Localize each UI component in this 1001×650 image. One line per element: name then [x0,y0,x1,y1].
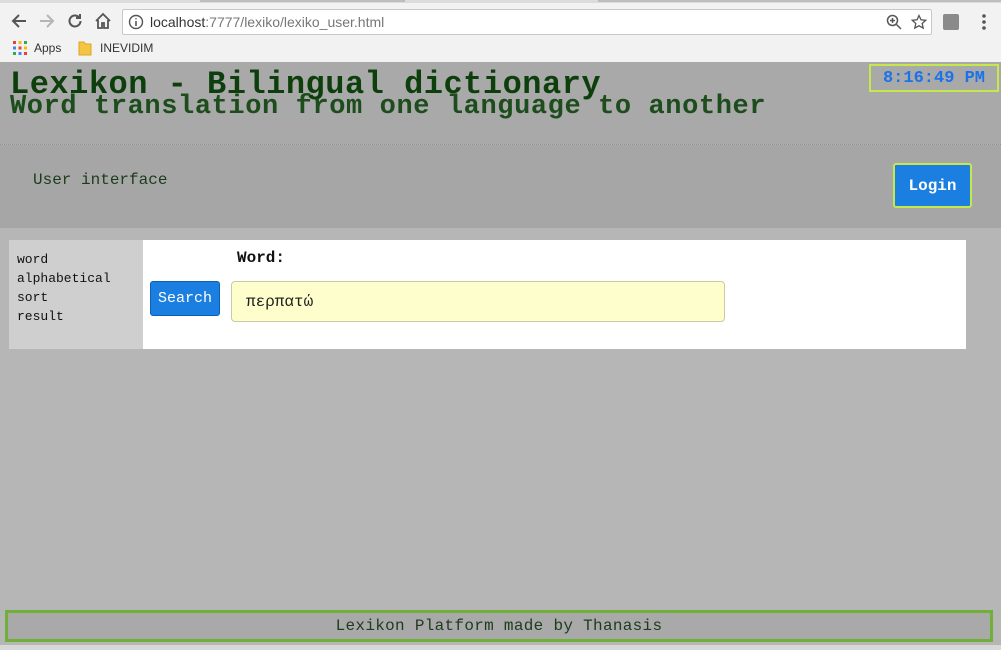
address-bar[interactable]: localhost:7777/lexiko/lexiko_user.html [122,9,932,35]
page-header: Lexikon - Bilingual dictionary Word tran… [0,62,1001,144]
back-button[interactable] [8,10,30,32]
sidebar-list: word alphabetical sort result [9,240,143,326]
bottom-strip [0,645,1001,650]
tab-edge [200,0,405,2]
reload-button[interactable] [64,10,86,32]
browser-chrome: localhost:7777/lexiko/lexiko_user.html A… [0,0,1001,62]
footer-text: Lexikon Platform made by Thanasis [335,617,663,635]
info-icon[interactable] [128,14,144,30]
section-title: User interface [33,171,168,189]
forward-button[interactable] [36,10,58,32]
url-text: localhost:7777/lexiko/lexiko_user.html [150,14,385,30]
word-input[interactable] [231,281,725,322]
sidebar-item-word[interactable]: word [17,250,143,269]
folder-icon [78,41,92,56]
sidebar-item-alphabetical[interactable]: alphabetical [17,269,143,288]
word-field-label: Word: [237,249,286,267]
extension-icon[interactable] [943,14,959,30]
bookmark-inevidim[interactable]: INEVIDIM [78,40,153,56]
login-button[interactable]: Login [893,163,972,208]
clock-display: 8:16:49 PM [869,64,999,92]
home-button[interactable] [92,10,114,32]
menu-kebab-icon[interactable] [978,12,990,32]
back-arrow-icon [11,14,26,28]
star-icon[interactable] [911,14,927,30]
page-subtitle: Word translation from one language to an… [10,92,767,122]
sidebar: word alphabetical sort result [9,240,143,349]
home-icon [95,12,111,29]
interface-bar: User interface Login [0,145,1001,228]
bookmark-apps[interactable]: Apps [12,40,61,56]
search-button[interactable]: Search [150,281,220,316]
bookmarks-bar: Apps INEVIDIM [0,37,1001,61]
apps-grid-icon [13,41,27,55]
sidebar-item-result[interactable]: result [17,307,143,326]
search-panel: word alphabetical sort result Word: Sear… [9,240,966,349]
reload-icon [68,14,82,28]
page-footer: Lexikon Platform made by Thanasis [5,610,993,642]
sidebar-item-sort[interactable]: sort [17,288,143,307]
zoom-icon[interactable] [886,14,902,30]
browser-toolbar: localhost:7777/lexiko/lexiko_user.html [0,3,1001,37]
tab-edge [598,0,1001,2]
forward-arrow-icon [40,14,55,28]
